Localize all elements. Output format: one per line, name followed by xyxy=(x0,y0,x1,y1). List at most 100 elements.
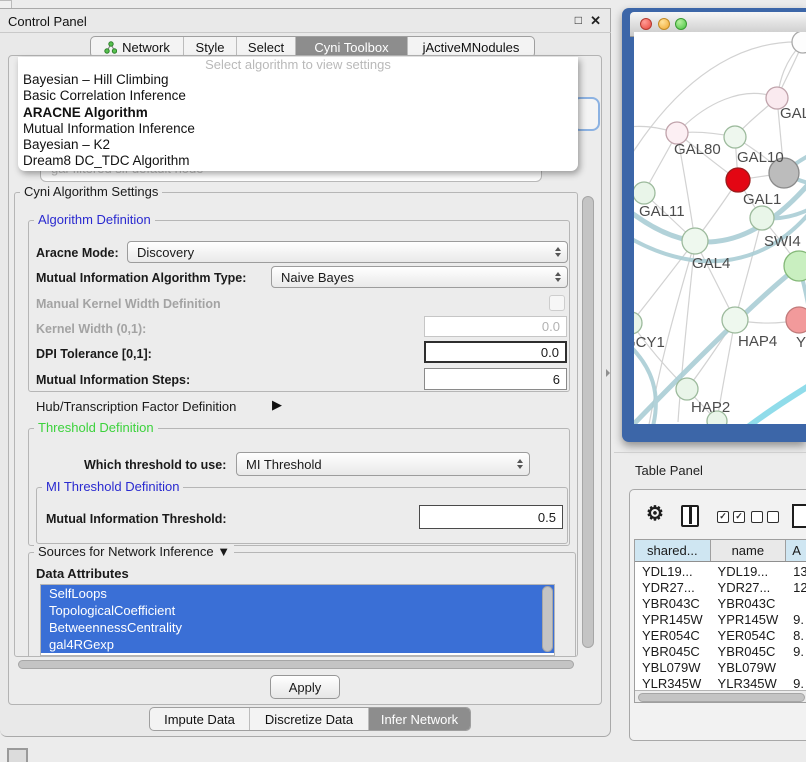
table-row[interactable]: YBL079WYBL079W xyxy=(635,660,806,676)
table-row[interactable]: YPR145WYPR145W9. xyxy=(635,612,806,628)
node-gal1[interactable] xyxy=(726,168,750,192)
which-threshold-combobox[interactable]: MI Threshold xyxy=(236,452,530,476)
node-green[interactable] xyxy=(750,206,774,230)
cell: YBR045C xyxy=(711,644,787,660)
collapse-arrow-icon[interactable]: ▼ xyxy=(217,544,230,559)
tab-impute-data[interactable]: Impute Data xyxy=(150,708,249,730)
table-row[interactable]: YBR043CYBR043C xyxy=(635,596,806,612)
titlebar-divider xyxy=(0,32,611,33)
table-body: YDL19...YDL19...13 YDR27...YDR27...12 YB… xyxy=(635,564,806,703)
mi-steps-field[interactable]: 6 xyxy=(424,368,567,390)
table-row[interactable]: YDR27...YDR27...12 xyxy=(635,580,806,596)
list-item[interactable]: BetweennessCentrality xyxy=(41,619,554,636)
dropdown-item[interactable]: Bayesian – K2 xyxy=(18,137,578,153)
gear-icon[interactable]: ⚙ xyxy=(646,504,664,524)
algorithm-definition-title: Algorithm Definition xyxy=(34,213,155,227)
zoom-traffic-light-icon[interactable] xyxy=(675,18,687,30)
list-item[interactable]: TopologicalCoefficient xyxy=(41,602,554,619)
mi-threshold-field[interactable]: 0.5 xyxy=(419,505,563,529)
cell: 13 xyxy=(786,564,806,580)
aracne-mode-combobox[interactable]: Discovery xyxy=(127,241,568,263)
mi-type-combobox[interactable]: Naive Bayes xyxy=(271,266,568,288)
splitter-handle-icon[interactable] xyxy=(606,369,610,377)
algorithm-dropdown-list: Select algorithm to view settings Bayesi… xyxy=(18,57,578,171)
tab-infer-network-label: Infer Network xyxy=(381,712,458,727)
node-gal11[interactable] xyxy=(634,182,655,204)
which-threshold-value: MI Threshold xyxy=(246,457,322,472)
close-traffic-light-icon[interactable] xyxy=(640,18,652,30)
tab-select[interactable]: Select xyxy=(236,37,295,57)
column-header-partial[interactable]: A xyxy=(786,540,806,561)
column-header-name[interactable]: name xyxy=(711,540,787,561)
hide-columns-icon[interactable] xyxy=(751,511,779,523)
network-graph: GAL GAL80 GAL10 GAL1 GAL11 SWI4 GAL4 GCY… xyxy=(634,32,806,424)
node-label: GAL80 xyxy=(674,141,721,158)
hub-definition-label[interactable]: Hub/Transcription Factor Definition xyxy=(36,399,236,414)
dropdown-item[interactable]: Bayesian – Hill Climbing xyxy=(18,72,578,88)
settings-vertical-scrollbar[interactable] xyxy=(582,196,594,648)
dropdown-item-selected[interactable]: ARACNE Algorithm xyxy=(18,105,578,121)
node-unlabeled[interactable] xyxy=(792,32,806,53)
data-attributes-label: Data Attributes xyxy=(36,566,129,581)
dpi-tolerance-field[interactable]: 0.0 xyxy=(424,341,567,363)
node-gcy1[interactable] xyxy=(634,312,642,334)
kernel-width-field[interactable]: 0.0 xyxy=(424,316,567,337)
tab-style[interactable]: Style xyxy=(183,37,236,57)
network-window-frame: GAL GAL80 GAL10 GAL1 GAL11 SWI4 GAL4 GCY… xyxy=(622,8,806,442)
tab-infer-network[interactable]: Infer Network xyxy=(368,708,470,730)
node-hap2[interactable] xyxy=(676,378,698,400)
tab-jactivemnodules[interactable]: jActiveMNodules xyxy=(407,37,534,57)
cell: YER054C xyxy=(635,628,711,644)
tab-discretize-data[interactable]: Discretize Data xyxy=(249,708,368,730)
minimize-traffic-light-icon[interactable] xyxy=(658,18,670,30)
float-window-icon[interactable]: □ xyxy=(575,13,582,27)
settings-horizontal-scrollbar[interactable] xyxy=(18,660,574,669)
list-item[interactable]: gal4RGexp xyxy=(41,636,554,653)
dropdown-item[interactable]: Mutual Information Inference xyxy=(18,121,578,137)
table-row[interactable]: YER054CYER054C8. xyxy=(635,628,806,644)
node-label: GAL1 xyxy=(743,191,781,208)
sources-title: Sources for Network Inference ▼ xyxy=(34,545,234,559)
manual-kernel-checkbox[interactable] xyxy=(549,295,565,311)
mi-threshold-label: Mutual Information Threshold: xyxy=(46,512,227,526)
cell: YDR27... xyxy=(635,580,711,596)
table-row[interactable]: YDL19...YDL19...13 xyxy=(635,564,806,580)
stepper-arrows-icon xyxy=(517,459,523,469)
apply-button[interactable]: Apply xyxy=(270,675,340,699)
table-header-row: shared... name A xyxy=(635,540,806,562)
cell: YPR145W xyxy=(635,612,711,628)
list-item[interactable]: SelfLoops xyxy=(41,585,554,602)
mi-steps-label: Mutual Information Steps: xyxy=(36,373,190,387)
split-columns-icon[interactable] xyxy=(681,505,699,527)
tab-select-label: Select xyxy=(248,40,284,55)
tab-network[interactable]: Network xyxy=(91,37,183,57)
close-window-icon[interactable]: ✕ xyxy=(590,13,601,29)
table-horizontal-scrollbar-thumb[interactable] xyxy=(638,693,805,702)
cell: YDR27... xyxy=(711,580,787,596)
node-label: GAL11 xyxy=(639,203,685,220)
network-canvas[interactable]: GAL GAL80 GAL10 GAL1 GAL11 SWI4 GAL4 GCY… xyxy=(634,32,806,424)
node-gal4[interactable] xyxy=(682,228,708,254)
dropdown-item[interactable]: Basic Correlation Inference xyxy=(18,88,578,104)
split-columns-divider xyxy=(689,507,692,524)
node-salmon[interactable] xyxy=(786,307,806,333)
aracne-mode-value: Discovery xyxy=(137,245,194,260)
node-hap4[interactable] xyxy=(722,307,748,333)
table-row[interactable]: YBR045CYBR045C9. xyxy=(635,644,806,660)
column-header-shared-name[interactable]: shared... xyxy=(635,540,711,561)
page-icon[interactable] xyxy=(792,504,806,528)
attribute-list-scrollbar[interactable] xyxy=(542,586,553,652)
dock-panel-icon[interactable] xyxy=(7,748,28,762)
node-label: GAL4 xyxy=(692,255,730,272)
cell: YBR043C xyxy=(711,596,787,612)
tab-cyni-toolbox[interactable]: Cyni Toolbox xyxy=(295,37,407,57)
node-gal10[interactable] xyxy=(724,126,746,148)
show-columns-icon[interactable]: ✓✓ xyxy=(717,511,745,523)
cell: YBL079W xyxy=(635,660,711,676)
node-table: shared... name A YDL19...YDL19...13 YDR2… xyxy=(634,539,806,703)
table-panel-window: ⚙ ✓✓ shared... name A YDL19...YDL19...13… xyxy=(629,489,806,741)
expand-arrow-icon[interactable]: ▶ xyxy=(272,397,282,413)
mi-type-value: Naive Bayes xyxy=(281,270,354,285)
table-horizontal-scrollbar[interactable] xyxy=(635,690,806,703)
dropdown-item[interactable]: Dream8 DC_TDC Algorithm xyxy=(18,153,578,169)
